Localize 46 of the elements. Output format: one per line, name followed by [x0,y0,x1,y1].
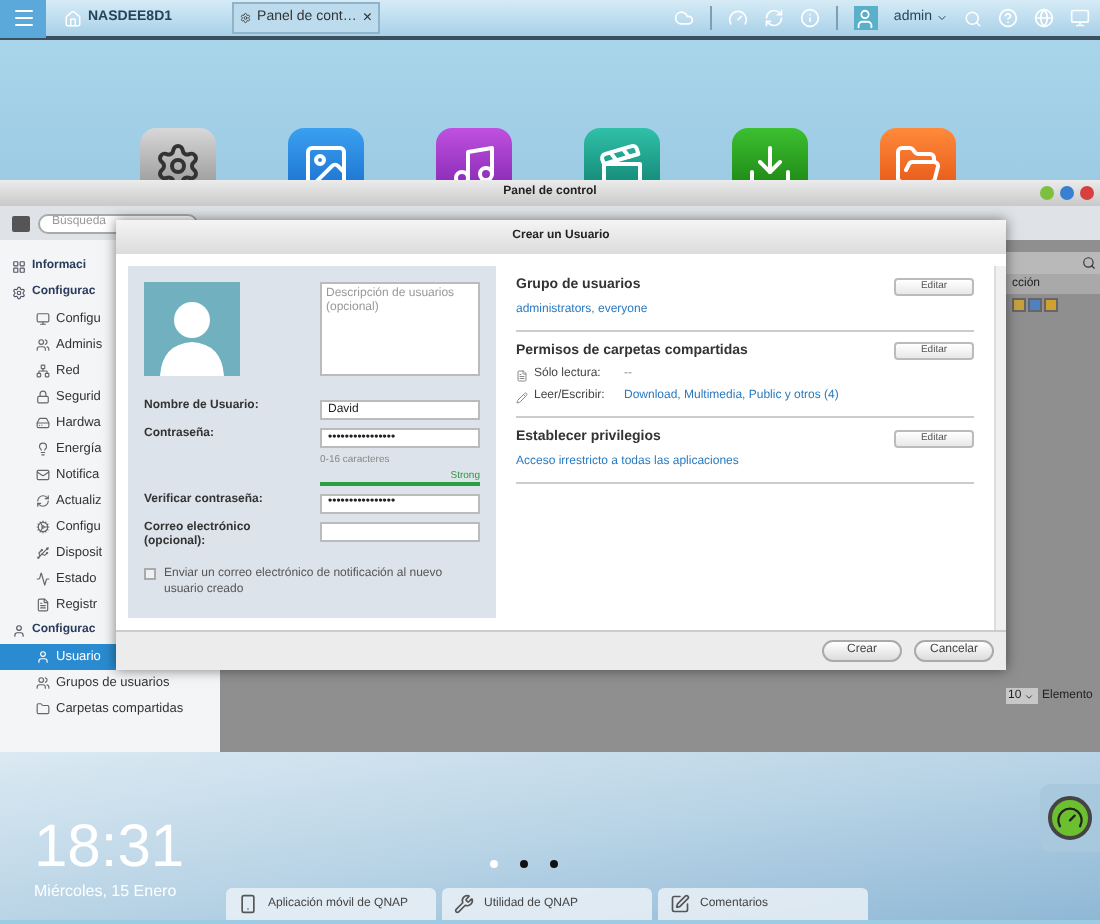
info-icon[interactable] [799,8,820,28]
gauge-icon [1048,796,1092,840]
home-icon[interactable] [64,9,82,27]
clock-time: 18:31 [34,816,187,880]
gear-icon [240,10,252,26]
cloud-icon[interactable] [673,8,694,28]
scrollbar[interactable] [994,266,1006,630]
sidebar-toggle-icon[interactable] [12,215,30,231]
monitor-icon [36,312,50,326]
network-icon [36,364,50,378]
monitor-icon[interactable] [1070,8,1090,28]
document-icon [516,369,528,381]
wrench-icon [454,894,474,914]
settings-icon [12,286,26,300]
sync-icon[interactable] [763,8,784,28]
close-button[interactable] [1080,186,1094,200]
bulb-icon [36,442,50,456]
menu-icon[interactable] [0,0,46,38]
document-icon [36,598,50,612]
drive-icon [36,416,50,430]
refresh-icon [36,494,50,508]
pencil-icon [516,391,528,403]
cog-icon [36,520,50,534]
caret-icon [1023,691,1034,701]
mail-icon [36,468,50,482]
minimize-button[interactable] [1040,186,1054,200]
activity-icon [36,572,50,586]
globe-icon[interactable] [1034,8,1054,28]
phone-icon [238,894,258,914]
clock-date: Miércoles, 15 Enero [34,880,179,904]
usb-icon [36,546,50,560]
users-icon [36,338,50,352]
dashboard-widget[interactable] [1040,784,1100,852]
person-silhouette-icon [158,296,226,376]
users-icon [36,676,50,690]
lock-icon [36,390,50,404]
grid-icon [12,260,26,274]
notify-checkbox[interactable] [144,567,156,579]
help-icon[interactable] [998,8,1018,28]
close-icon[interactable]: × [362,6,373,30]
search-icon[interactable] [1082,256,1096,270]
input-field[interactable] [320,521,480,541]
avatar-icon[interactable] [853,6,878,30]
caret-icon [936,12,948,24]
gauge-icon[interactable] [727,8,748,28]
maximize-button[interactable] [1060,186,1074,200]
